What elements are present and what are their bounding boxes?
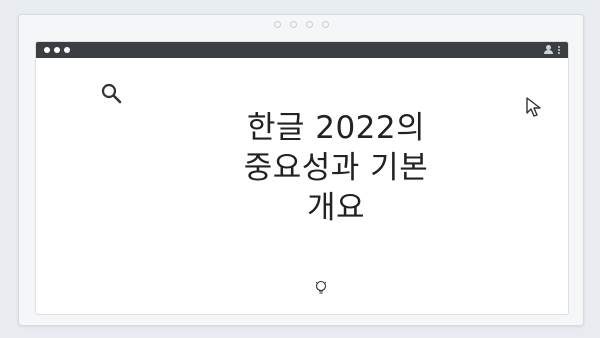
pagination-dot[interactable] [273,21,281,28]
page-title: 한글 2022의 중요성과 기본 개요 [206,108,466,228]
cursor-icon [526,97,541,117]
title-line: 중요성과 기본 [243,150,429,186]
titlebar-actions [544,45,560,54]
kebab-menu-icon[interactable] [558,45,560,54]
page-content: 한글 2022의 중요성과 기본 개요 [36,58,568,314]
minimize-dot-icon[interactable] [54,47,60,53]
slide-frame: 한글 2022의 중요성과 기본 개요 [18,14,584,326]
pagination-dot[interactable] [321,21,329,28]
title-line: 한글 2022의 [246,110,426,146]
pagination-dot[interactable] [289,21,297,28]
pagination-dots [19,21,583,28]
window-controls [44,47,70,53]
lightbulb-icon [315,280,327,294]
title-line: 개요 [306,190,366,226]
close-dot-icon[interactable] [44,47,50,53]
maximize-dot-icon[interactable] [64,47,70,53]
pagination-dot[interactable] [305,21,313,28]
window-titlebar [36,42,568,58]
browser-window: 한글 2022의 중요성과 기본 개요 [35,41,569,315]
profile-icon[interactable] [544,45,553,54]
search-icon [101,83,122,104]
